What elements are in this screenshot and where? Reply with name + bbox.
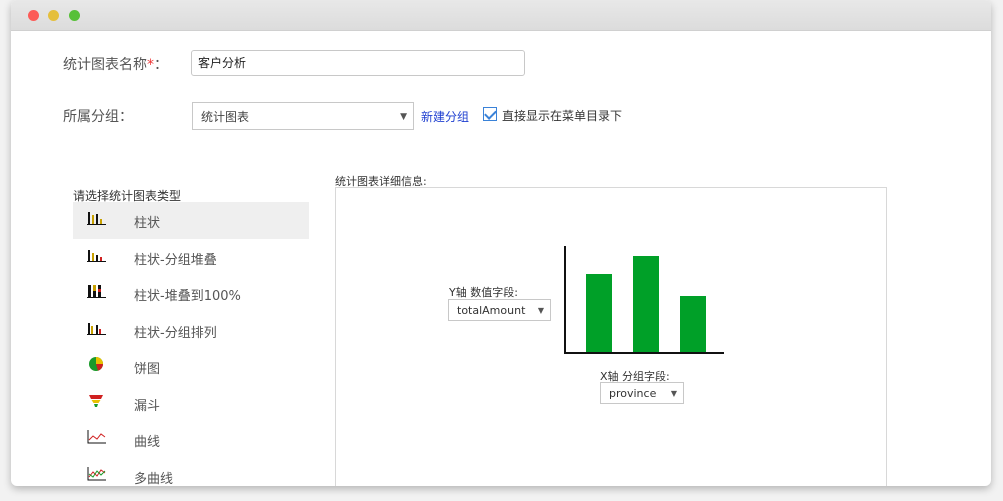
- group-select[interactable]: 统计图表 ▼: [192, 102, 414, 130]
- chart-type-stacked-bar[interactable]: 柱状-分组堆叠: [73, 239, 309, 276]
- funnel-chart-icon: [89, 394, 103, 407]
- y-axis-label: Y轴 数值字段:: [449, 286, 518, 299]
- chart-type-line[interactable]: 曲线: [73, 421, 309, 458]
- chevron-down-icon: ▼: [670, 389, 677, 398]
- chart-type-label: 柱状-分组排列: [134, 325, 217, 341]
- chart-type-grouped-bar[interactable]: 柱状-分组排列: [73, 312, 309, 349]
- chart-type-pie[interactable]: 饼图: [73, 348, 309, 385]
- detail-panel: Y轴 数值字段: totalAmount ▼ X轴 分组字段: province…: [335, 187, 887, 486]
- bar-chart-preview: [564, 246, 724, 354]
- x-axis-field-value: province: [609, 387, 657, 400]
- chart-type-funnel[interactable]: 漏斗: [73, 385, 309, 422]
- chart-bar-2: [633, 256, 659, 352]
- chart-type-label: 柱状-分组堆叠: [134, 252, 217, 268]
- grouped-bar-icon: [87, 322, 106, 335]
- chart-type-label: 曲线: [134, 435, 161, 450]
- minimize-window-button[interactable]: [48, 10, 59, 21]
- group-label: 所属分组：: [63, 109, 133, 125]
- stacked-bar-icon: [87, 249, 106, 262]
- chart-type-label: 漏斗: [134, 398, 161, 414]
- chart-type-multi-line[interactable]: 多曲线: [73, 458, 309, 487]
- chart-name-label: 统计图表名称*：: [63, 54, 168, 74]
- chevron-down-icon: ▼: [400, 112, 407, 122]
- x-axis-field-select[interactable]: province ▼: [600, 382, 684, 404]
- percent-stacked-bar-icon: [87, 285, 106, 298]
- maximize-window-button[interactable]: [69, 10, 80, 21]
- multi-line-chart-icon: [87, 466, 106, 480]
- chart-name-input[interactable]: 客户分析: [191, 50, 525, 76]
- chart-bar-3: [680, 296, 706, 352]
- new-group-link[interactable]: 新建分组: [421, 108, 469, 125]
- pie-chart-icon: [89, 357, 103, 371]
- show-in-menu-label: 直接显示在菜单目录下: [502, 109, 623, 123]
- close-window-button[interactable]: [28, 10, 39, 21]
- chart-type-label: 柱状-堆叠到100%: [134, 289, 241, 304]
- bar-chart-icon: [87, 212, 106, 225]
- chart-bar-1: [586, 274, 612, 352]
- window-titlebar: [11, 0, 991, 31]
- chart-type-label: 柱状: [134, 216, 161, 231]
- y-axis-field-select[interactable]: totalAmount ▼: [448, 299, 551, 321]
- app-window: 统计图表名称*： 客户分析 所属分组： 统计图表 ▼ 新建分组 直接显示在菜单目…: [11, 0, 991, 486]
- chart-type-label: 饼图: [134, 362, 161, 377]
- chart-name-colon: ：: [154, 57, 168, 73]
- required-mark: *: [147, 57, 154, 73]
- chart-type-bar[interactable]: 柱状: [73, 202, 309, 239]
- y-axis-field-value: totalAmount: [457, 304, 526, 317]
- chart-type-list: 柱状 柱状-分组堆叠 柱状-堆叠到100% 柱状-分组排列 饼图 漏斗 曲线 多…: [73, 202, 309, 486]
- chart-type-percent-stacked-bar[interactable]: 柱状-堆叠到100%: [73, 275, 309, 312]
- chevron-down-icon: ▼: [537, 306, 544, 315]
- chart-type-label: 多曲线: [134, 471, 174, 487]
- line-chart-icon: [87, 430, 106, 444]
- show-in-menu-checkbox[interactable]: [483, 107, 497, 121]
- chart-name-label-text: 统计图表名称: [63, 57, 147, 73]
- group-select-value: 统计图表: [201, 110, 250, 124]
